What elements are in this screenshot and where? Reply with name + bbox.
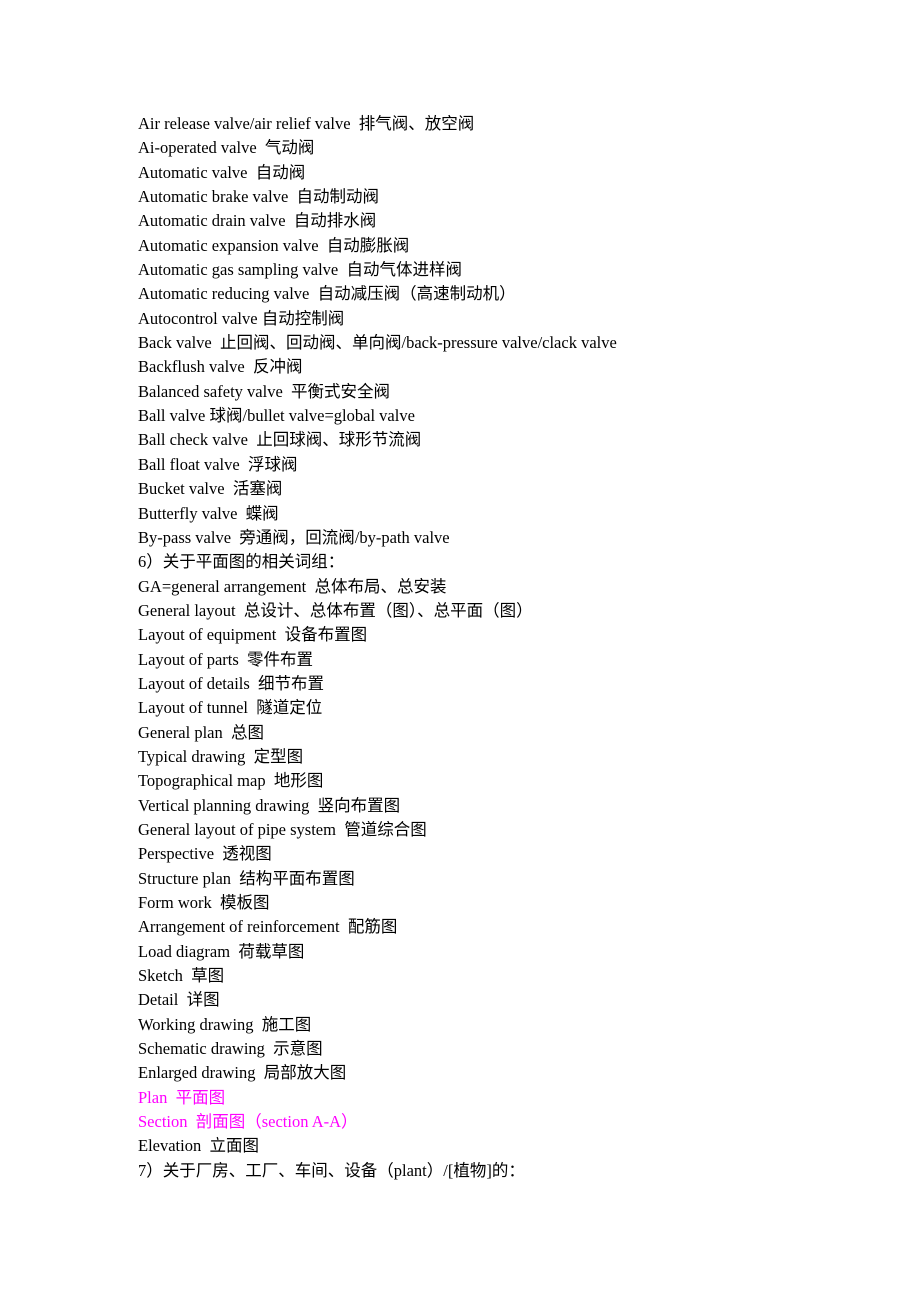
document-line: Vertical planning drawing 竖向布置图 <box>138 795 401 815</box>
document-line: Schematic drawing 示意图 <box>138 1039 323 1059</box>
document-line: Layout of tunnel 隧道定位 <box>138 698 323 718</box>
document-line: Automatic valve 自动阀 <box>138 162 306 182</box>
document-text-block: Air release valve/air relief valve 排气阀、放… <box>138 112 838 1183</box>
document-line: Detail 详图 <box>138 990 220 1010</box>
document-line: Air release valve/air relief valve 排气阀、放… <box>138 114 475 133</box>
document-line: Perspective 透视图 <box>138 844 272 864</box>
document-line: Arrangement of reinforcement 配筋图 <box>138 917 398 937</box>
document-line: Ball check valve 止回球阀、球形节流阀 <box>138 430 422 450</box>
document-line: Butterfly valve 蝶阀 <box>138 503 279 523</box>
document-line: General plan 总图 <box>138 722 264 742</box>
document-line: Backflush valve 反冲阀 <box>138 357 303 377</box>
document-line: Enlarged drawing 局部放大图 <box>138 1063 347 1083</box>
document-line: Working drawing 施工图 <box>138 1014 312 1034</box>
document-line: Sketch 草图 <box>138 966 225 986</box>
document-line: Ai-operated valve 气动阀 <box>138 138 315 158</box>
document-line: Load diagram 荷载草图 <box>138 941 305 961</box>
document-line: Balanced safety valve 平衡式安全阀 <box>138 381 391 401</box>
document-line: Automatic expansion valve 自动膨胀阀 <box>138 235 410 255</box>
document-line: Form work 模板图 <box>138 893 270 912</box>
document-line: Automatic drain valve 自动排水阀 <box>138 211 377 231</box>
document-line: Layout of details 细节布置 <box>138 673 325 693</box>
document-line: Ball float valve 浮球阀 <box>138 454 298 474</box>
document-line: Ball valve 球阀/bullet valve=global valve <box>138 406 415 426</box>
document-line: Structure plan 结构平面布置图 <box>138 868 355 888</box>
document-line: Typical drawing 定型图 <box>138 746 304 766</box>
document-line: General layout of pipe system 管道综合图 <box>138 819 427 839</box>
document-line: General layout 总设计、总体布置（图）、总平面（图） <box>138 600 533 620</box>
document-line: GA=general arrangement 总体布局、总安装 <box>138 576 447 596</box>
document-line: Elevation 立面图 <box>138 1136 259 1156</box>
document-line: Section 剖面图（section A-A） <box>138 1112 358 1132</box>
document-line: 7）关于厂房、工厂、车间、设备（plant）/[植物]的： <box>138 1160 525 1180</box>
document-line: Automatic brake valve 自动制动阀 <box>138 187 380 207</box>
document-line: Automatic gas sampling valve 自动气体进样阀 <box>138 260 462 280</box>
document-line: Autocontrol valve 自动控制阀 <box>138 308 345 328</box>
document-line: Layout of equipment 设备布置图 <box>138 625 368 645</box>
document-line: Topographical map 地形图 <box>138 771 324 791</box>
document-line: Bucket valve 活塞阀 <box>138 479 283 499</box>
document-line: Plan 平面图 <box>138 1087 226 1107</box>
document-line: Back valve 止回阀、回动阀、单向阀/back-pressure val… <box>138 333 617 353</box>
document-line: 6）关于平面图的相关词组： <box>138 552 345 572</box>
document-line: Layout of parts 零件布置 <box>138 649 314 669</box>
document-line: Automatic reducing valve 自动减压阀（高速制动机） <box>138 284 516 304</box>
document-page: Air release valve/air relief valve 排气阀、放… <box>0 0 920 1302</box>
document-line: By-pass valve 旁通阀，回流阀/by-path valve <box>138 527 450 547</box>
